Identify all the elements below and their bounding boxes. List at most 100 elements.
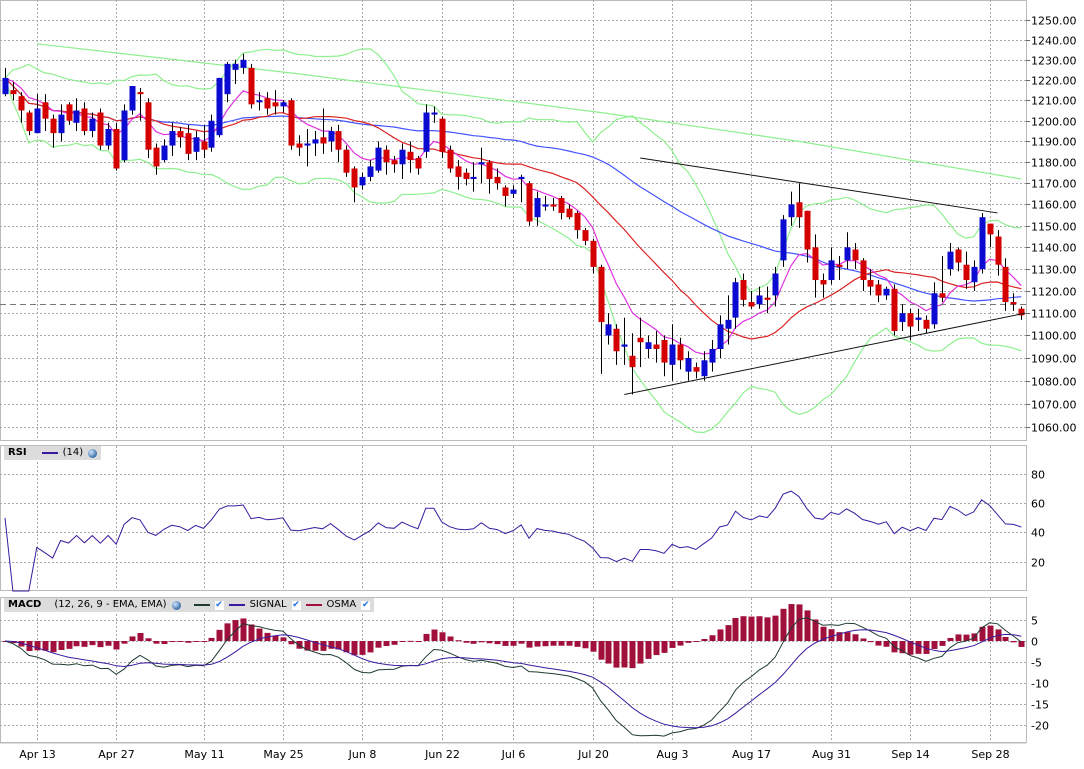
- osma-bar: [407, 640, 414, 642]
- osma-bar: [463, 641, 470, 643]
- osma-bar: [645, 641, 652, 659]
- candle-body: [105, 128, 112, 146]
- candle-body: [701, 360, 708, 377]
- osma-bar: [240, 618, 247, 641]
- osma-bar: [415, 641, 422, 642]
- candle-body: [66, 104, 73, 121]
- candle-body: [494, 176, 501, 184]
- osma-bar: [224, 623, 231, 641]
- osma-bar: [598, 641, 605, 660]
- candle-body: [121, 110, 128, 161]
- rsi-tick-label: 20: [1031, 557, 1045, 570]
- candle-body: [987, 223, 994, 235]
- osma-bar: [629, 641, 636, 669]
- candle-body: [137, 92, 144, 95]
- candle-body: [447, 149, 454, 169]
- candle-body: [891, 288, 898, 332]
- candle-body: [955, 249, 962, 263]
- candle-body: [463, 172, 470, 180]
- price-tick-label: 1220.00: [1031, 75, 1077, 88]
- osma-bar: [272, 635, 279, 641]
- osma-bar: [693, 641, 700, 642]
- candle-body: [939, 293, 946, 298]
- candle-body: [470, 176, 477, 180]
- osma-bar: [1018, 641, 1025, 647]
- candle-body: [10, 90, 17, 95]
- candle-body: [772, 273, 779, 296]
- osma-bar: [748, 616, 755, 641]
- candle-body: [875, 284, 882, 296]
- osma-bar: [375, 641, 382, 648]
- price-tick-label: 1200.00: [1031, 116, 1077, 129]
- macd-tick-label: -10: [1031, 678, 1049, 691]
- osma-bar: [788, 604, 795, 641]
- candle-body: [510, 189, 517, 194]
- candle-body: [161, 145, 168, 161]
- candle-body: [431, 112, 438, 115]
- candle-body: [899, 313, 906, 323]
- osma-bar: [852, 634, 859, 641]
- x-tick-label: Jun 22: [424, 748, 460, 761]
- osma-bar: [105, 641, 112, 646]
- candle-body: [717, 324, 724, 349]
- candle-body: [415, 158, 422, 169]
- candle: [121, 104, 128, 163]
- candle-body: [201, 141, 208, 150]
- macd-line-checkbox-icon[interactable]: ✔: [214, 600, 224, 610]
- candle-body: [264, 98, 271, 109]
- candle-body: [304, 143, 311, 146]
- rsi-settings-globe-icon[interactable]: [88, 448, 98, 458]
- osma-bar: [518, 641, 525, 644]
- candle-body: [613, 328, 620, 352]
- candle-body: [995, 236, 1002, 265]
- osma-bar: [129, 636, 136, 641]
- candle-body: [129, 86, 136, 111]
- price-tick-label: 1180.00: [1031, 157, 1077, 170]
- signal-checkbox-icon[interactable]: ✔: [291, 600, 301, 610]
- osma-bar: [661, 641, 668, 653]
- osma-bar: [804, 610, 811, 641]
- candle-body: [58, 114, 65, 134]
- osma-bar: [613, 641, 620, 668]
- candle-body: [526, 183, 533, 222]
- candle-body: [629, 355, 636, 368]
- osma-bar: [193, 641, 200, 642]
- candle-body: [637, 337, 644, 343]
- candle-body: [272, 102, 279, 107]
- candle-body: [867, 280, 874, 287]
- candle-body: [558, 198, 565, 213]
- rsi-period: (14): [62, 447, 84, 458]
- macd-settings-globe-icon[interactable]: [171, 600, 181, 610]
- candle: [526, 181, 533, 226]
- osma-bar: [137, 632, 144, 641]
- osma-bar: [915, 641, 922, 654]
- osma-bar: [431, 629, 438, 641]
- x-tick-label: Sep 28: [971, 748, 1009, 761]
- candle-body: [232, 63, 239, 70]
- osma-bar: [764, 617, 771, 641]
- candle-body: [685, 358, 692, 372]
- candle-body: [502, 187, 509, 196]
- osma-swatch: [305, 604, 322, 606]
- price-tick-label: 1170.00: [1031, 178, 1077, 191]
- rsi-legend: RSI (14): [4, 446, 102, 460]
- price-tick-label: 1060.00: [1031, 422, 1077, 435]
- candle-body: [423, 112, 430, 152]
- candle-body: [748, 302, 755, 307]
- candle-body: [836, 264, 843, 267]
- osma-bar: [772, 615, 779, 641]
- osma-checkbox-icon[interactable]: ✔: [361, 600, 371, 610]
- osma-bar: [875, 641, 882, 646]
- candle-body: [907, 313, 914, 327]
- x-tick-label: Jun 8: [348, 748, 377, 761]
- osma-bar: [383, 641, 390, 647]
- candle: [979, 212, 986, 274]
- osma-bar: [455, 640, 462, 642]
- osma-bar: [931, 641, 938, 649]
- x-tick-label: Jul 20: [577, 748, 609, 761]
- macd-title: MACD: [8, 599, 42, 610]
- osma-bar: [185, 641, 192, 643]
- candle-body: [81, 108, 88, 132]
- candle-body: [590, 240, 597, 267]
- candle-body: [478, 162, 485, 165]
